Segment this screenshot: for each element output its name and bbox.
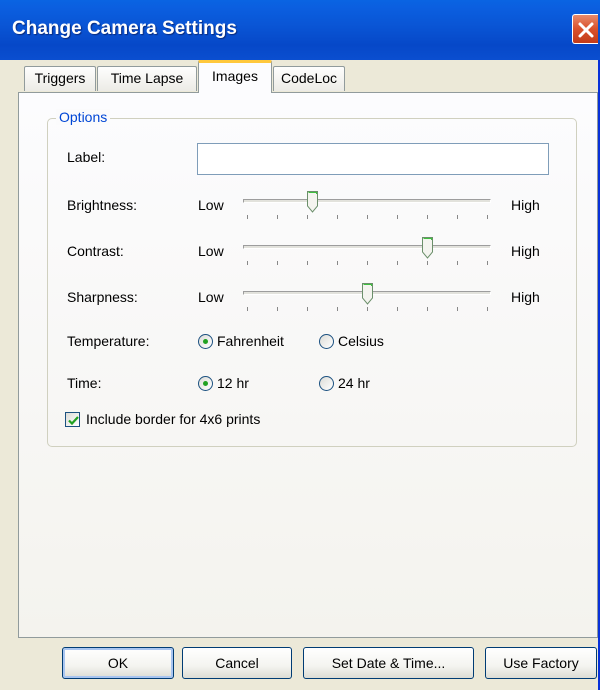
tab-triggers[interactable]: Triggers [24,66,96,91]
label-caption: Label: [67,149,106,165]
slider-tick [487,215,488,219]
slider-tick [307,307,308,311]
slider-thumb[interactable] [422,237,433,259]
cancel-button[interactable]: Cancel [182,647,292,679]
checkmark-icon [68,416,79,426]
radio-selected-dot [203,381,208,386]
tab-time-lapse[interactable]: Time Lapse [97,66,197,91]
sharpness-high-label: High [511,289,540,305]
slider-tick [457,307,458,311]
slider-tick [427,215,428,219]
radio-circle [198,334,213,349]
checkbox-box [65,412,80,427]
brightness-caption: Brightness: [67,197,138,213]
brightness-slider[interactable] [243,191,491,223]
dialog-window: Change Camera Settings Triggers Time Lap… [0,0,600,690]
options-legend: Options [56,109,111,125]
slider-tick [457,215,458,219]
slider-tick [247,215,248,219]
24hr-radio[interactable]: 24 hr [319,375,389,395]
sharpness-low-label: Low [198,289,224,305]
slider-track [243,199,491,203]
celsius-label: Celsius [338,333,384,349]
fahrenheit-radio[interactable]: Fahrenheit [198,333,308,353]
use-factory-button[interactable]: Use Factory [485,647,597,679]
include-border-label: Include border for 4x6 prints [86,411,261,427]
12hr-radio[interactable]: 12 hr [198,375,268,395]
tab-images[interactable]: Images [198,60,272,93]
radio-circle [198,376,213,391]
slider-tick [367,215,368,219]
slider-tick [367,261,368,265]
celsius-radio[interactable]: Celsius [319,333,409,353]
slider-tick [427,307,428,311]
close-button[interactable] [572,14,598,44]
slider-tick [337,215,338,219]
slider-tick [397,261,398,265]
radio-selected-dot [203,339,208,344]
slider-tick [277,261,278,265]
brightness-high-label: High [511,197,540,213]
window-title: Change Camera Settings [12,18,237,39]
sharpness-caption: Sharpness: [67,289,138,305]
slider-tick [337,307,338,311]
slider-tick [277,215,278,219]
close-icon [578,22,594,38]
images-tab-panel: Options Label: Brightness: Low High Cont… [18,92,598,638]
tab-codeloc[interactable]: CodeLoc [273,66,345,91]
slider-tick [397,307,398,311]
slider-tick [247,307,248,311]
slider-tick [247,261,248,265]
slider-tick [427,261,428,265]
slider-tick [367,307,368,311]
label-input[interactable] [197,143,549,175]
title-bar[interactable]: Change Camera Settings [0,0,600,60]
contrast-caption: Contrast: [67,243,124,259]
ok-button[interactable]: OK [62,647,174,679]
slider-tick [277,307,278,311]
slider-tick [307,215,308,219]
radio-circle [319,334,334,349]
fahrenheit-label: Fahrenheit [217,333,284,349]
slider-thumb[interactable] [307,191,318,213]
contrast-high-label: High [511,243,540,259]
slider-tick [457,261,458,265]
slider-tick [337,261,338,265]
slider-tick [487,307,488,311]
set-date-time-button[interactable]: Set Date & Time... [303,647,474,679]
radio-circle [319,376,334,391]
24hr-label: 24 hr [338,375,370,391]
slider-tick [307,261,308,265]
slider-track [243,245,491,249]
12hr-label: 12 hr [217,375,249,391]
slider-tick [487,261,488,265]
slider-thumb[interactable] [362,283,373,305]
slider-tick [397,215,398,219]
contrast-slider[interactable] [243,237,491,269]
sharpness-slider[interactable] [243,283,491,315]
time-caption: Time: [67,375,102,391]
temperature-caption: Temperature: [67,333,150,349]
contrast-low-label: Low [198,243,224,259]
brightness-low-label: Low [198,197,224,213]
